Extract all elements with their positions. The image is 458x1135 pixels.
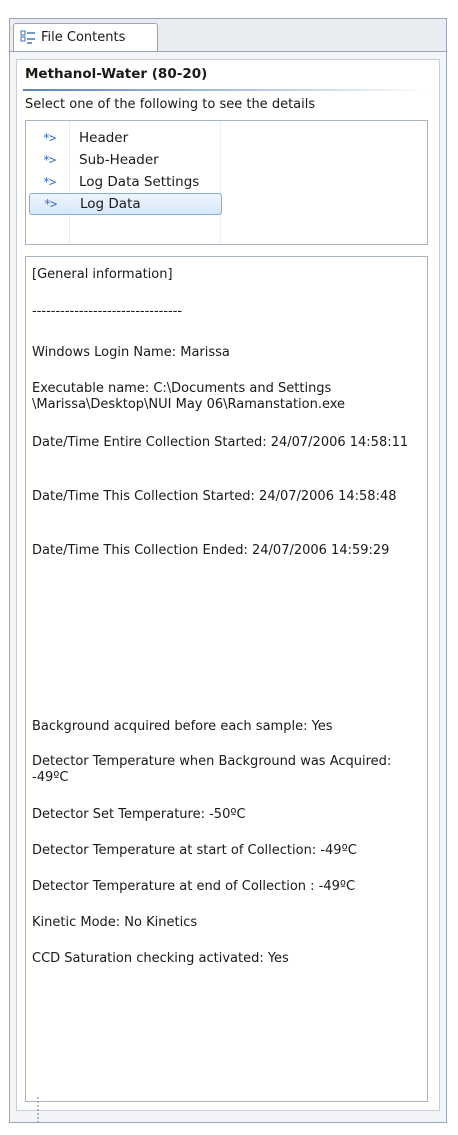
detail-line: Date/Time Entire Collection Started: 24/…: [32, 435, 409, 450]
tab-label: File Contents: [41, 30, 126, 45]
list-item-label: Sub-Header: [79, 152, 159, 168]
detail-line: CCD Saturation checking activated: Yes: [32, 951, 289, 966]
node-arrow-icon: *>: [42, 175, 56, 189]
detail-line: Detector Temperature at start of Collect…: [32, 843, 357, 858]
file-contents-icon: [20, 30, 35, 44]
content-panel: Methanol-Water (80-20) Select one of the…: [16, 59, 440, 1111]
resize-grip[interactable]: [37, 1096, 39, 1124]
detail-line: Kinetic Mode: No Kinetics: [32, 915, 198, 930]
list-item-label: Log Data Settings: [79, 174, 200, 190]
list-item-label: Log Data: [80, 196, 141, 212]
list-item-log-data-settings[interactable]: *> Log Data Settings: [29, 171, 222, 193]
detail-line: Date/Time This Collection Ended: 24/07/2…: [32, 543, 390, 558]
node-arrow-icon: *>: [43, 197, 57, 211]
detail-line: Detector Temperature when Background was…: [32, 754, 392, 785]
list-item-sub-header[interactable]: *> Sub-Header: [29, 149, 222, 171]
title-divider: [23, 89, 429, 91]
detail-line: Detector Temperature at end of Collectio…: [32, 879, 356, 894]
detail-line: Detector Set Temperature: -50ºC: [32, 807, 246, 822]
tab-file-contents[interactable]: File Contents: [13, 23, 158, 51]
tab-bar: File Contents: [10, 19, 446, 52]
detail-line: Date/Time This Collection Started: 24/07…: [32, 489, 397, 504]
section-list[interactable]: *> Header *> Sub-Header *> Log Data Sett…: [25, 120, 428, 245]
detail-line: Windows Login Name: Marissa: [32, 345, 230, 360]
detail-line: Background acquired before each sample: …: [32, 719, 333, 734]
detail-line: Executable name: C:\Documents and Settin…: [32, 381, 346, 412]
page-title: Methanol-Water (80-20): [25, 66, 208, 82]
detail-line: --------------------------------: [32, 304, 183, 319]
file-contents-view: File Contents Methanol-Water (80-20) Sel…: [9, 18, 447, 1123]
list-item-log-data[interactable]: *> Log Data: [29, 193, 222, 215]
instruction-text: Select one of the following to see the d…: [25, 97, 316, 112]
list-item-header[interactable]: *> Header: [29, 127, 222, 149]
node-arrow-icon: *>: [42, 153, 56, 167]
list-item-label: Header: [79, 130, 129, 146]
detail-line: [General information]: [32, 267, 173, 282]
details-text-area[interactable]: [General information] ------------------…: [25, 256, 428, 1102]
node-arrow-icon: *>: [42, 131, 56, 145]
